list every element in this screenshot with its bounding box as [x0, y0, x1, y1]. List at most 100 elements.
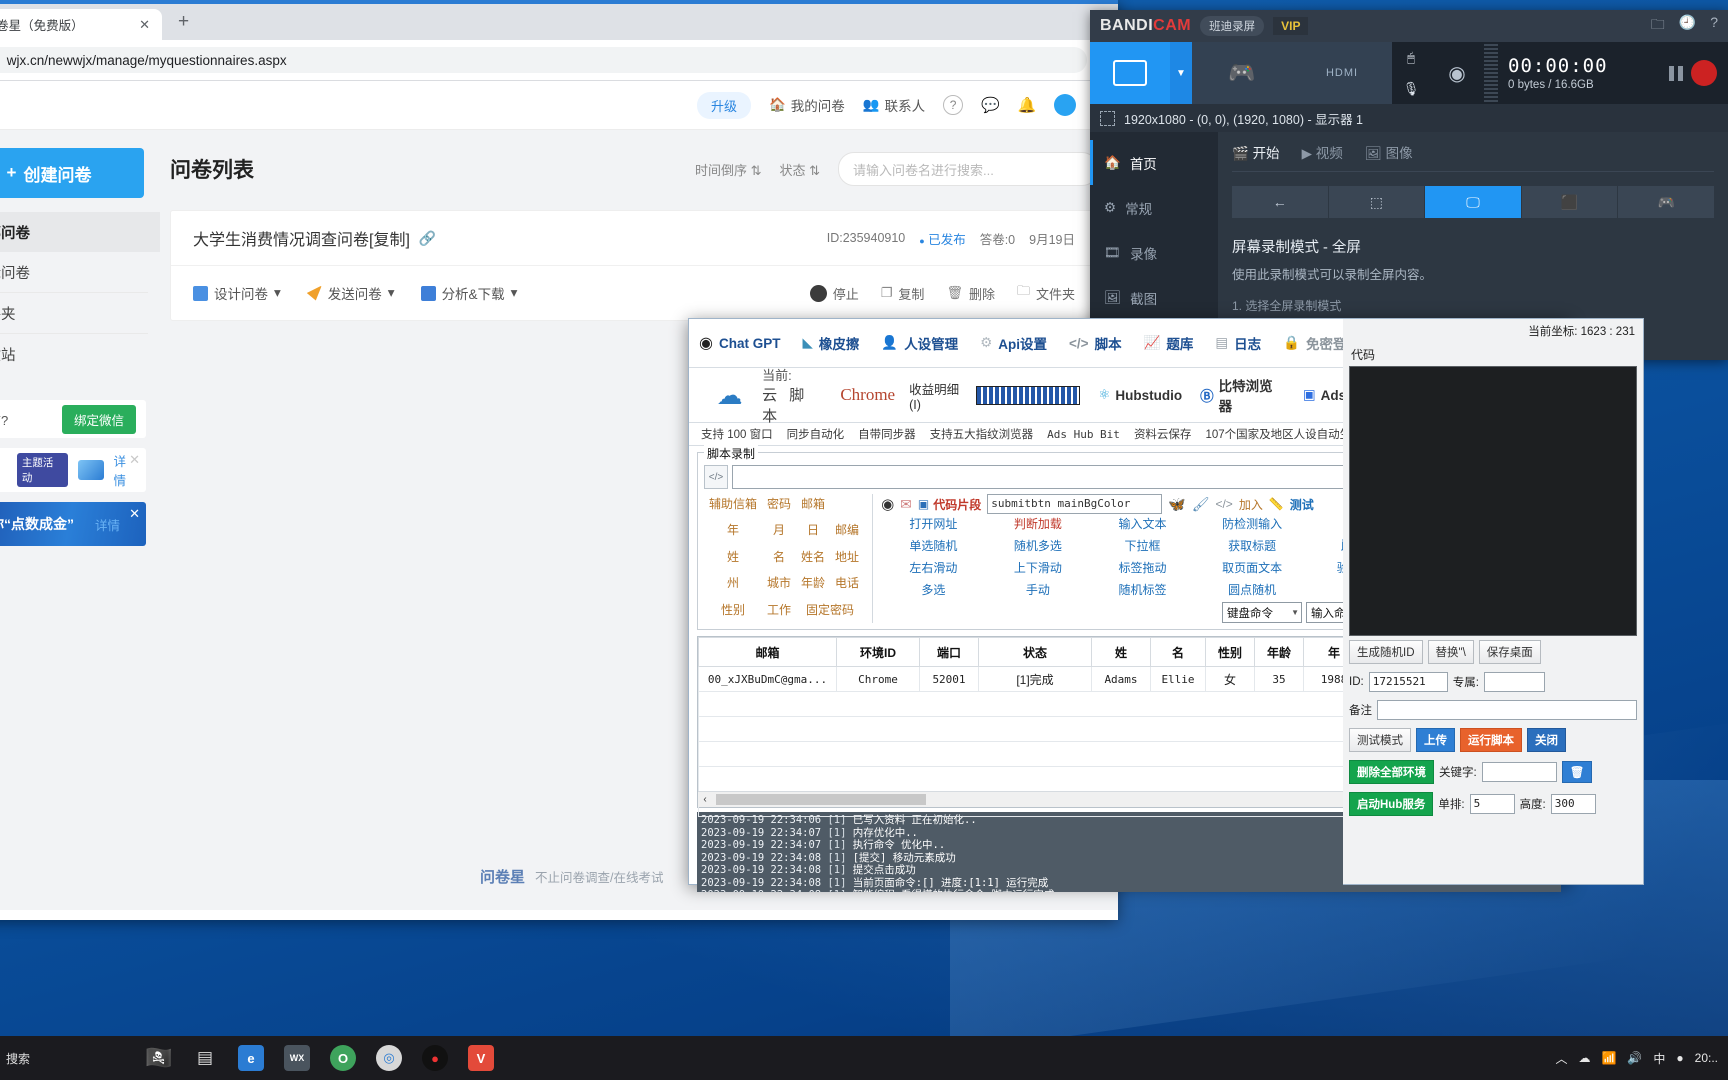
- help-icon[interactable]: ?: [943, 95, 964, 115]
- tab-image[interactable]: 🖼 图像: [1365, 142, 1413, 162]
- address-bar[interactable]: 🔒 wjx.cn/newwjx/manage/myquestionnaires.…: [0, 47, 1088, 73]
- region-icon[interactable]: ⬚: [1328, 186, 1426, 218]
- action-copy[interactable]: ❐ 复制: [881, 284, 925, 303]
- browser-tab[interactable]: 卷 - 问卷星（免费版） ✕: [0, 9, 162, 40]
- wechat-icon[interactable]: WX: [274, 1036, 320, 1080]
- field-token-password[interactable]: 密码: [762, 494, 796, 517]
- note-input[interactable]: [1377, 700, 1637, 720]
- mail-icon[interactable]: ✉: [900, 496, 912, 513]
- chrome-icon[interactable]: ◎: [366, 1036, 412, 1080]
- op-join[interactable]: 加入: [1239, 496, 1263, 513]
- sidebar-item-general[interactable]: ⚙ 常规: [1090, 185, 1218, 230]
- cmd-radio-random[interactable]: 单选随机: [881, 536, 986, 555]
- th-email[interactable]: 邮箱: [698, 637, 837, 667]
- field-token-day[interactable]: 日: [796, 520, 830, 543]
- clock[interactable]: 20:..: [1695, 1051, 1718, 1065]
- id-input[interactable]: 17215521: [1368, 672, 1448, 692]
- cmd-get-title[interactable]: 获取标题: [1195, 536, 1310, 555]
- field-token-city[interactable]: 城市: [762, 573, 796, 596]
- chevron-up-icon[interactable]: ︿: [1555, 1050, 1567, 1067]
- search-input[interactable]: 请输入问卷名进行搜索...: [838, 152, 1098, 186]
- field-token-job[interactable]: 工作: [762, 600, 796, 623]
- th-port[interactable]: 端口: [919, 637, 979, 667]
- task-view-icon[interactable]: ▤: [182, 1036, 228, 1080]
- status-dropdown[interactable]: 状态 ⇅: [779, 160, 820, 179]
- taskbar-search[interactable]: 捜索: [0, 1050, 136, 1067]
- menu-question-bank[interactable]: 📈 题库: [1144, 333, 1194, 353]
- cmd-anti-detect-input[interactable]: 防检测输入: [1195, 514, 1310, 533]
- promo-security-week[interactable]: 络安全周 主题活动 详情 ✕: [0, 448, 146, 492]
- scrollbar-thumb[interactable]: [716, 794, 926, 805]
- select-keyboard-command[interactable]: 键盘命令 ▼: [1222, 602, 1302, 623]
- sidebar-item-folder[interactable]: 文件夹: [0, 293, 148, 334]
- field-token-fullname[interactable]: 姓名: [796, 547, 830, 570]
- promo-gold-link[interactable]: 详情: [95, 515, 120, 534]
- ime-dot[interactable]: ●: [1676, 1051, 1683, 1065]
- height-input[interactable]: 300: [1550, 794, 1596, 814]
- menu-eraser[interactable]: ◣ 橡皮擦: [802, 333, 859, 353]
- microphone-icon[interactable]: 🎙: [1403, 81, 1420, 97]
- upload-button[interactable]: 上传: [1416, 728, 1455, 752]
- mode-screen-button[interactable]: [1090, 42, 1170, 104]
- action-design[interactable]: 设计问卷 ▾: [193, 283, 281, 303]
- palette-icon[interactable]: 🦋: [1168, 496, 1185, 513]
- avatar[interactable]: [1054, 94, 1077, 116]
- cmd-dropdown[interactable]: 下拉框: [1090, 536, 1195, 555]
- keyword-input[interactable]: [1481, 762, 1557, 782]
- field-token-email[interactable]: 邮箱: [796, 494, 830, 517]
- pirate-icon[interactable]: 🏴‍☠️: [136, 1036, 182, 1080]
- tab-video[interactable]: ▶ 视频: [1302, 142, 1343, 162]
- code-snippet-input[interactable]: submitbtn mainBgColor: [987, 494, 1163, 514]
- close-icon[interactable]: ✕: [129, 506, 140, 522]
- fullscreen-icon[interactable]: 🖵: [1425, 186, 1522, 218]
- code-icon[interactable]: </>: [704, 465, 728, 489]
- edge-icon[interactable]: e: [228, 1036, 274, 1080]
- network-icon[interactable]: 📶: [1601, 1051, 1616, 1065]
- cmd-tag-drag[interactable]: 标签拖动: [1090, 558, 1195, 577]
- cmd-swipe-ud[interactable]: 上下滑动: [986, 558, 1091, 577]
- record-icon[interactable]: ●: [412, 1036, 458, 1080]
- close-button[interactable]: 关闭: [1527, 728, 1566, 752]
- earnings-detail[interactable]: 收益明细(I): [909, 379, 1081, 412]
- action-analyze[interactable]: 分析&下载 ▾: [420, 283, 517, 303]
- code-icon[interactable]: </>: [1215, 497, 1232, 511]
- sidebar-item-recycle[interactable]: 回收站: [0, 334, 148, 374]
- exclusive-input[interactable]: [1483, 672, 1545, 692]
- promo-gold[interactable]: 帮助你“点数成金” 详情 ✕: [0, 502, 146, 546]
- cmd-random-tag[interactable]: 随机标签: [1090, 580, 1195, 599]
- select-icon[interactable]: ⬛: [1521, 186, 1619, 218]
- volume-icon[interactable]: 🔊: [1627, 1051, 1642, 1065]
- record-button[interactable]: [1691, 60, 1717, 86]
- help-icon[interactable]: ?: [1710, 14, 1718, 38]
- field-token-age[interactable]: 年龄: [796, 573, 830, 596]
- field-token-givenname[interactable]: 名: [762, 547, 796, 570]
- generate-random-id-button[interactable]: 生成随机ID: [1349, 640, 1423, 664]
- cmd-random-multi[interactable]: 随机多选: [986, 536, 1091, 555]
- create-questionnaire-button[interactable]: + 创建问卷: [0, 148, 144, 198]
- single-input[interactable]: 5: [1469, 794, 1515, 814]
- field-token-year[interactable]: 年: [704, 520, 762, 543]
- history-icon[interactable]: 🕘: [1679, 14, 1696, 38]
- cmd-open-url[interactable]: 打开网址: [881, 514, 986, 533]
- sort-dropdown[interactable]: 时间倒序 ⇅: [695, 160, 762, 179]
- field-token-phone[interactable]: 电话: [830, 573, 864, 596]
- sidebar-item-screenshot[interactable]: 🖼 截图: [1090, 275, 1218, 320]
- menu-api-settings[interactable]: ⚙ Api设置: [980, 333, 1047, 353]
- save-desktop-button[interactable]: 保存桌面: [1478, 640, 1541, 664]
- vivaldi-icon[interactable]: V: [458, 1036, 504, 1080]
- questionnaire-name[interactable]: 大学生消费情况调查问卷[复制]: [193, 226, 410, 250]
- ime-cn[interactable]: 中: [1653, 1050, 1665, 1067]
- back-arrow-icon[interactable]: ←: [1232, 186, 1329, 218]
- cloud-icon[interactable]: ☁: [1578, 1051, 1590, 1065]
- field-token-month[interactable]: 月: [762, 520, 796, 543]
- field-token-surname[interactable]: 姓: [704, 547, 762, 570]
- th-env-id[interactable]: 环境ID: [836, 637, 920, 667]
- cmd-input-text[interactable]: 输入文本: [1090, 514, 1195, 533]
- vip-badge[interactable]: VIP: [1273, 17, 1309, 35]
- browser-bit[interactable]: Ⓑ 比特浏览器: [1200, 375, 1285, 415]
- menu-log[interactable]: ▤ 日志: [1215, 333, 1261, 353]
- op-test[interactable]: 测试: [1290, 496, 1314, 513]
- cmd-multi-select[interactable]: 多选: [881, 580, 986, 599]
- th-surname[interactable]: 姓: [1091, 637, 1151, 667]
- message-icon[interactable]: 💬: [981, 96, 1000, 114]
